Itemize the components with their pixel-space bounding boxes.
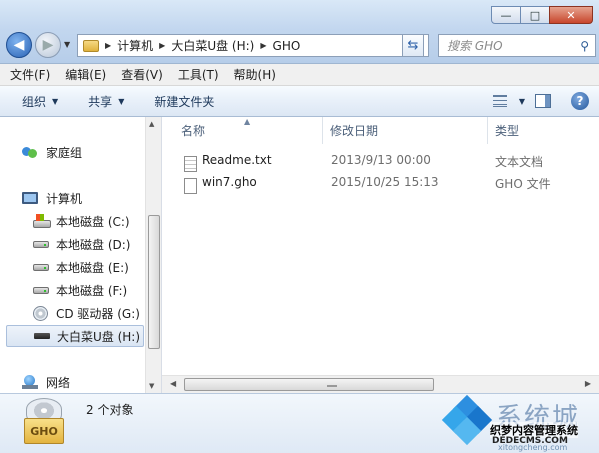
file-row[interactable]: win7.gho 2015/10/25 15:13 GHO 文件	[182, 172, 592, 194]
file-name: win7.gho	[202, 175, 257, 189]
address-bar[interactable]: ▶ 计算机 ▶ 大白菜U盘 (H:) ▶ GHO ▼	[77, 34, 429, 57]
sort-ascending-icon: ▲	[244, 117, 251, 126]
menu-tools[interactable]: 工具(T)	[178, 66, 219, 83]
menu-view[interactable]: 查看(V)	[121, 66, 163, 83]
breadcrumb-chevron-icon[interactable]: ▶	[260, 41, 266, 50]
nav-item-label: 本地磁盘 (D:)	[56, 237, 131, 252]
nav-item-label: 网络	[46, 375, 71, 390]
column-header-name[interactable]: 名称	[181, 117, 205, 144]
new-folder-button[interactable]: 新建文件夹	[154, 93, 214, 110]
nav-item-label: 大白菜U盘 (H:)	[57, 329, 141, 344]
column-header-type[interactable]: 类型	[495, 117, 519, 144]
menu-bar: 文件(F) 编辑(E) 查看(V) 工具(T) 帮助(H)	[0, 64, 599, 86]
drive-icon	[33, 240, 49, 248]
menu-help[interactable]: 帮助(H)	[234, 66, 276, 83]
breadcrumb-gho[interactable]: GHO	[273, 39, 301, 53]
column-label: 名称	[181, 124, 206, 138]
arrow-left-icon: ◀	[13, 37, 25, 53]
chevron-down-icon: ▼	[52, 96, 59, 106]
homegroup-icon	[22, 145, 38, 159]
column-label: 类型	[495, 124, 520, 138]
back-button[interactable]: ◀	[6, 32, 32, 58]
watermark-url: xitongcheng.com	[498, 443, 568, 452]
network-icon	[22, 375, 38, 389]
window-controls: — □ ✕	[491, 6, 593, 24]
arrow-right-icon: ▶	[42, 37, 54, 53]
breadcrumb-chevron-icon[interactable]: ▶	[159, 41, 165, 50]
organize-label: 组织	[22, 94, 47, 109]
drive-icon	[33, 286, 49, 294]
breadcrumb-usb-drive[interactable]: 大白菜U盘 (H:)	[171, 37, 254, 54]
column-label: 修改日期	[330, 124, 379, 138]
minimize-button[interactable]: —	[491, 6, 521, 24]
file-date: 2013/9/13 00:00	[331, 153, 431, 167]
usb-drive-icon	[34, 333, 50, 339]
nav-item-label: 家庭组	[46, 145, 83, 160]
gho-icon-label: GHO	[24, 418, 64, 444]
column-header-date[interactable]: 修改日期	[330, 117, 378, 144]
view-options-icon[interactable]	[492, 95, 507, 107]
title-bar: — □ ✕ ◀ ▶ ▼ ▶ 计算机 ▶ 大白菜U盘 (H:) ▶ GHO ▼ ⇆…	[0, 0, 599, 64]
grip-icon	[327, 385, 337, 387]
share-label: 共享	[88, 94, 113, 109]
file-list-pane: ▲ 名称 修改日期 类型 Readme.txt 2013/9/13 00:00 …	[162, 117, 599, 393]
gho-folder-icon: GHO	[24, 398, 64, 448]
scroll-left-icon[interactable]: ◀	[170, 379, 176, 388]
menu-edit[interactable]: 编辑(E)	[65, 66, 106, 83]
nav-item-label: 计算机	[46, 191, 83, 206]
file-date: 2015/10/25 15:13	[331, 175, 439, 189]
close-button[interactable]: ✕	[549, 6, 593, 24]
breadcrumb-computer[interactable]: 计算机	[117, 37, 153, 54]
command-bar: 组织 ▼ 共享 ▼ 新建文件夹 ▼ ?	[0, 86, 599, 117]
view-controls: ▼ ?	[492, 92, 589, 110]
nav-item-label: 本地磁盘 (F:)	[56, 283, 128, 298]
folder-icon	[83, 39, 99, 52]
watermark: 系统城 织梦内容管理系统 DEDECMS.COM xitongcheng.com	[440, 394, 599, 453]
windows-logo-icon	[441, 394, 493, 446]
view-dropdown-icon[interactable]: ▼	[519, 97, 525, 106]
navigation-pane-scrollbar[interactable]: ▲ ▼	[145, 117, 161, 393]
preview-pane-icon[interactable]	[535, 94, 551, 108]
help-icon[interactable]: ?	[571, 92, 589, 110]
breadcrumb-chevron-icon[interactable]: ▶	[105, 41, 111, 50]
navigation-row: ◀ ▶ ▼ ▶ 计算机 ▶ 大白菜U盘 (H:) ▶ GHO ▼ ⇆ 搜索 GH…	[6, 31, 596, 59]
refresh-icon: ⇆	[407, 38, 419, 53]
organize-button[interactable]: 组织 ▼	[22, 93, 58, 110]
file-type: GHO 文件	[495, 177, 551, 191]
cd-drive-icon	[33, 305, 48, 321]
recent-pages-dropdown[interactable]: ▼	[64, 40, 70, 49]
item-count: 2 个对象	[86, 403, 134, 417]
file-icon	[184, 178, 197, 194]
scrollbar-thumb[interactable]	[148, 215, 160, 349]
chevron-down-icon: ▼	[118, 96, 125, 106]
file-row[interactable]: Readme.txt 2013/9/13 00:00 文本文档	[182, 150, 592, 172]
horizontal-scrollbar[interactable]: ◀ ▶	[162, 375, 599, 393]
nav-item-label: 本地磁盘 (E:)	[56, 260, 129, 275]
text-file-icon	[184, 156, 197, 172]
refresh-button[interactable]: ⇆	[402, 34, 424, 57]
forward-button[interactable]: ▶	[35, 32, 61, 58]
system-drive-icon	[33, 214, 51, 228]
nav-item-label: 本地磁盘 (C:)	[56, 214, 130, 229]
scroll-right-icon[interactable]: ▶	[585, 379, 591, 388]
navigation-pane: 家庭组 计算机 本地磁盘 (C:) 本地磁盘 (D:) 本地磁盘 (E:) 本地…	[0, 117, 162, 393]
nav-item-label: CD 驱动器 (G:)	[56, 306, 140, 321]
file-name: Readme.txt	[202, 153, 272, 167]
search-input[interactable]: 搜索 GHO ⚲	[438, 34, 596, 57]
menu-file[interactable]: 文件(F)	[10, 66, 50, 83]
search-icon[interactable]: ⚲	[580, 39, 589, 53]
drive-icon	[33, 263, 49, 271]
share-button[interactable]: 共享 ▼	[88, 93, 124, 110]
scroll-down-icon[interactable]: ▼	[149, 382, 154, 390]
column-divider[interactable]	[487, 117, 488, 144]
maximize-button[interactable]: □	[520, 6, 550, 24]
nav-item-drive-h[interactable]: 大白菜U盘 (H:)	[6, 325, 144, 347]
column-divider[interactable]	[322, 117, 323, 144]
search-placeholder: 搜索 GHO	[447, 39, 503, 53]
scrollbar-thumb[interactable]	[184, 378, 434, 391]
computer-icon	[22, 192, 38, 204]
scroll-up-icon[interactable]: ▲	[149, 120, 154, 128]
file-type: 文本文档	[495, 155, 544, 169]
new-folder-label: 新建文件夹	[154, 94, 215, 109]
